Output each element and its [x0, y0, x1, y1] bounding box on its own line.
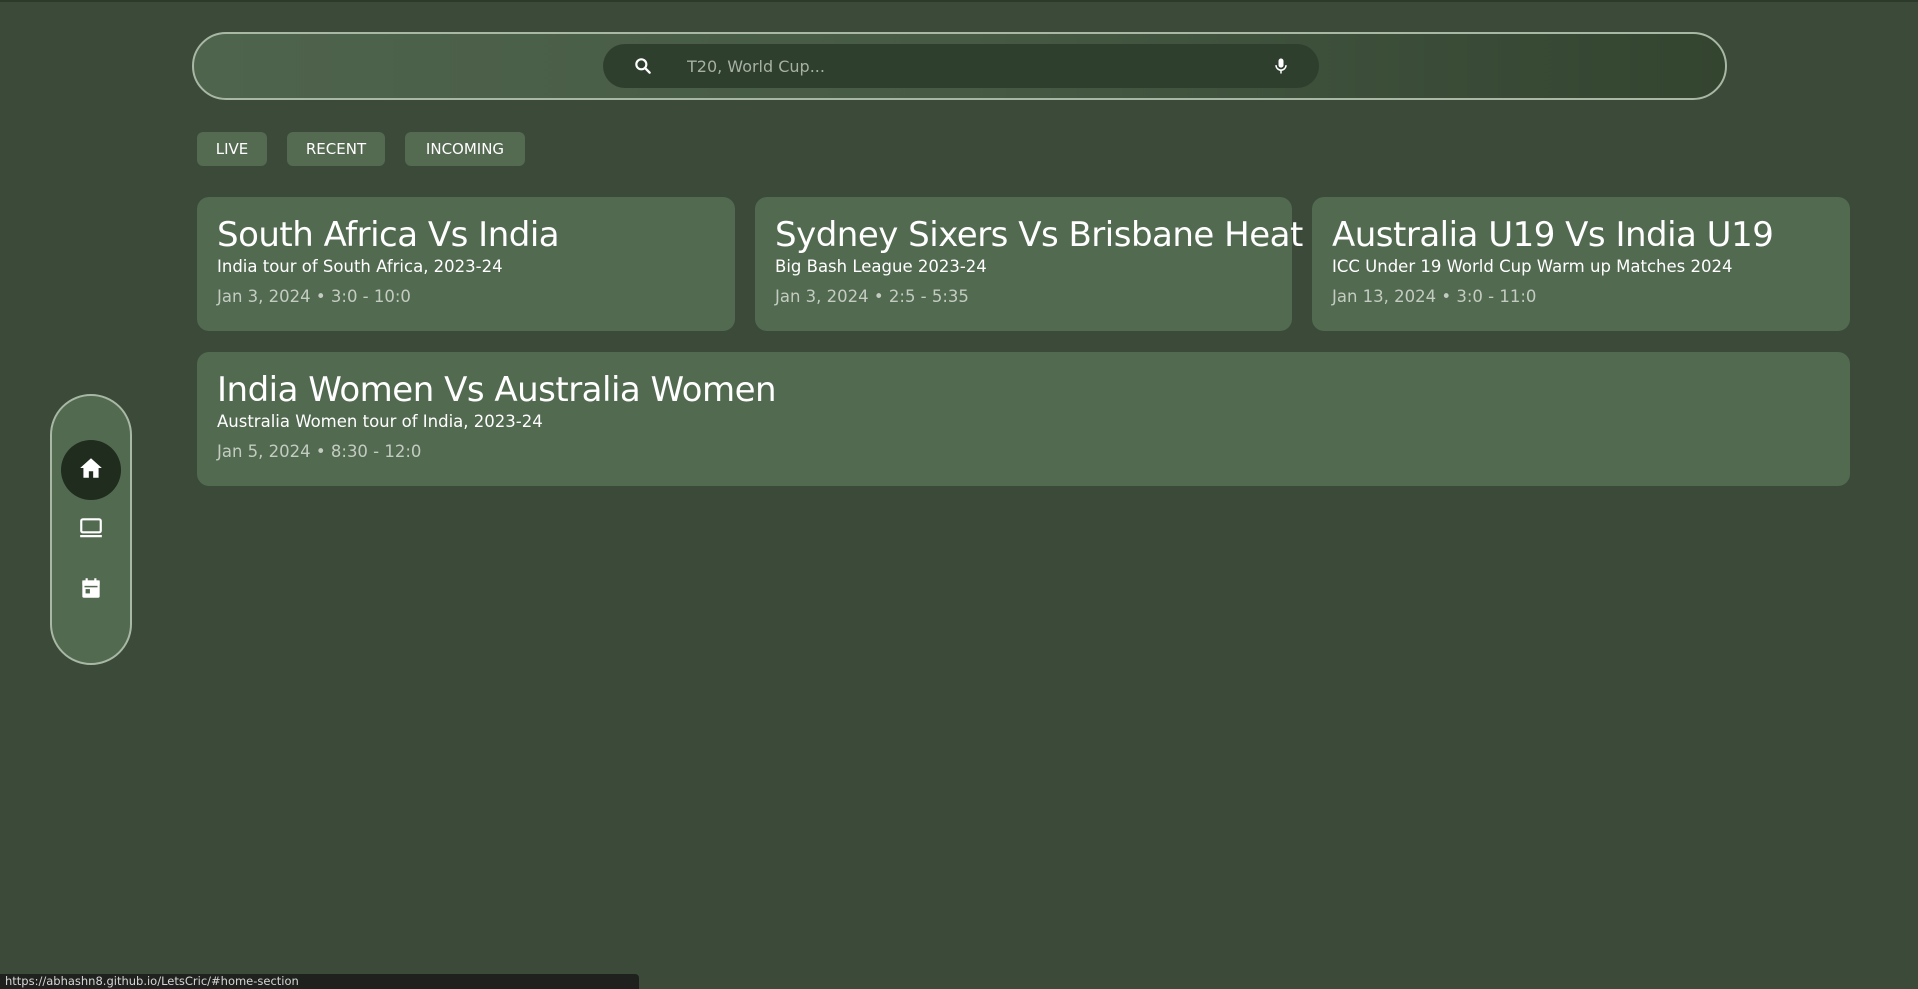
match-title: South Africa Vs India — [217, 215, 560, 255]
match-card[interactable]: Australia U19 Vs India U19 ICC Under 19 … — [1312, 197, 1850, 331]
match-title: Sydney Sixers Vs Brisbane Heat — [775, 215, 1303, 255]
tab-recent[interactable]: RECENT — [287, 132, 385, 166]
nav-home-button[interactable] — [61, 440, 121, 500]
side-navigation — [50, 394, 132, 665]
match-card[interactable]: India Women Vs Australia Women Australia… — [197, 352, 1850, 486]
search-bar — [192, 32, 1727, 100]
nav-schedule-button[interactable] — [61, 560, 121, 620]
match-time: Jan 3, 2024 • 3:0 - 10:0 — [217, 287, 411, 306]
match-title: Australia U19 Vs India U19 — [1332, 215, 1774, 255]
status-bar-url: https://abhashn8.github.io/LetsCric/#hom… — [0, 974, 639, 989]
match-series: ICC Under 19 World Cup Warm up Matches 2… — [1332, 257, 1733, 276]
search-pill[interactable] — [603, 44, 1319, 88]
match-series: Australia Women tour of India, 2023-24 — [217, 412, 543, 431]
tab-incoming[interactable]: INCOMING — [405, 132, 525, 166]
microphone-icon[interactable] — [1271, 56, 1291, 76]
match-time: Jan 13, 2024 • 3:0 - 11:0 — [1332, 287, 1537, 306]
match-card[interactable]: Sydney Sixers Vs Brisbane Heat Big Bash … — [755, 197, 1303, 331]
search-input[interactable] — [687, 44, 1247, 88]
home-icon — [78, 455, 104, 485]
monitor-icon — [78, 515, 104, 545]
match-series: Big Bash League 2023-24 — [775, 257, 987, 276]
top-border — [0, 0, 1918, 2]
match-time: Jan 3, 2024 • 2:5 - 5:35 — [775, 287, 969, 306]
calendar-icon — [78, 575, 104, 605]
match-series: India tour of South Africa, 2023-24 — [217, 257, 503, 276]
match-card[interactable]: South Africa Vs India India tour of Sout… — [197, 197, 735, 331]
match-time: Jan 5, 2024 • 8:30 - 12:0 — [217, 442, 422, 461]
match-title: India Women Vs Australia Women — [217, 370, 777, 410]
tab-live[interactable]: LIVE — [197, 132, 267, 166]
nav-live-button[interactable] — [61, 500, 121, 560]
search-icon[interactable] — [633, 56, 653, 76]
